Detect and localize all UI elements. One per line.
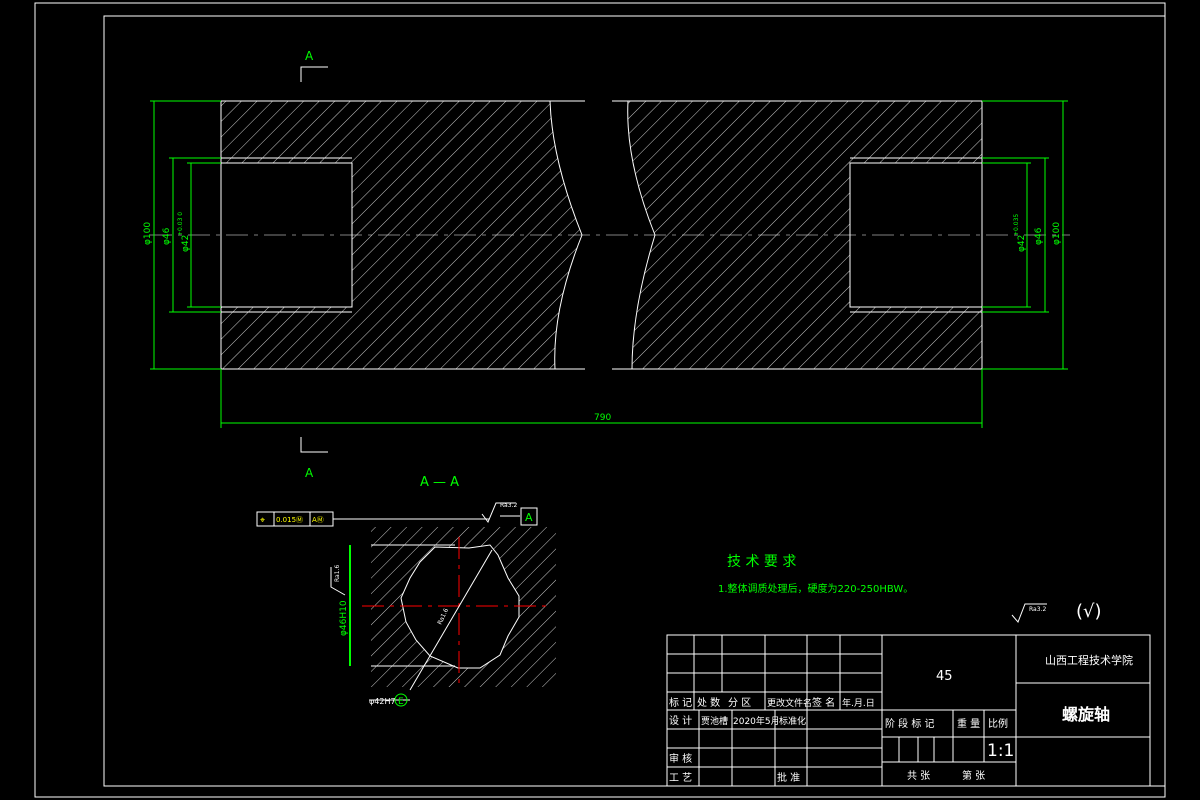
- dim-spline-major: φ46H10: [339, 600, 349, 636]
- tech-requirement-1: 1.整体调质处理后，硬度为220-250HBW。: [718, 582, 913, 595]
- title-block: 标 记 处 数 分 区 更改文件名 签 名 年.月.日 设 计 贾池槽 2020…: [666, 634, 1151, 787]
- review-label: 审 核: [669, 752, 692, 765]
- datum-label: A: [525, 511, 533, 524]
- stage-mark-label: 阶 段 标 记: [885, 717, 935, 730]
- dim-right-d42-tol: +0.035: [1013, 214, 1020, 236]
- part-name: 螺旋轴: [1062, 705, 1110, 724]
- dim-length: 790: [594, 413, 611, 423]
- dim-left-d100: φ100: [143, 222, 153, 245]
- position-icon: ⌖: [260, 516, 265, 526]
- dim-right-d100: φ100: [1052, 222, 1062, 245]
- material: 45: [936, 669, 953, 684]
- section-arrow-bottom: [300, 437, 328, 453]
- tolerance-value: 0.015Ⓜ: [276, 516, 303, 524]
- header-count: 处 数: [697, 696, 720, 709]
- weight-label: 重 量: [957, 717, 980, 730]
- dim-left-d42-tol: +0.03 0: [177, 212, 184, 236]
- dim-left-d42: φ42: [181, 235, 191, 252]
- envelope-symbol: E: [398, 697, 404, 707]
- section-label-bottom: A: [305, 466, 314, 480]
- section-view-a-a: φ46H10 φ42H7 E Ra1.6 Ra1.6 Ra3.2 A: [330, 502, 556, 707]
- dim-right-d46: φ46: [1034, 227, 1044, 245]
- header-mark: 标 记: [669, 697, 692, 709]
- header-date: 年.月.日: [842, 697, 875, 709]
- position-tolerance-frame: ⌖ 0.015Ⓜ AⓂ: [256, 511, 334, 527]
- approve-label: 批 准: [777, 771, 800, 784]
- total-sheets: 共 张: [907, 770, 930, 782]
- tolerance-datum: AⓂ: [312, 516, 324, 524]
- process-label: 工 艺: [669, 772, 692, 784]
- cad-drawing: A A φ100 φ46 φ42 +0.03 0 φ42 +0.035 φ46 …: [34, 2, 1166, 798]
- design-date: 2020年5月: [733, 715, 780, 727]
- roughness-general-label: Ra3.2: [1029, 606, 1046, 613]
- dim-left-d46: φ46: [162, 227, 172, 245]
- standardize-label: 标准化: [779, 715, 806, 727]
- designer-name: 贾池槽: [701, 715, 728, 727]
- header-change-doc: 更改文件名: [767, 697, 812, 709]
- section-arrow-top: [300, 66, 328, 82]
- school-name: 山西工程技术学院: [1045, 653, 1133, 667]
- sheet-number: 第 张: [962, 769, 985, 782]
- header-signature: 签 名: [812, 696, 835, 709]
- outer-border: [34, 2, 1166, 798]
- design-label: 设 计: [669, 714, 692, 727]
- roughness-side: Ra1.6: [334, 565, 341, 582]
- roughness-top: Ra3.2: [500, 502, 517, 509]
- header-zone: 分 区: [728, 697, 751, 709]
- dim-right-d42: φ42: [1017, 235, 1027, 252]
- dim-spline-minor: φ42H7: [369, 697, 396, 706]
- shaft-main-view: [150, 100, 1070, 370]
- section-title: A — A: [420, 475, 459, 490]
- roughness-other: (√): [1076, 601, 1102, 622]
- tech-requirements-title: 技 术 要 求: [727, 554, 796, 570]
- scale-value: 1:1: [987, 741, 1014, 761]
- scale-label: 比例: [988, 717, 1008, 730]
- section-label-top: A: [305, 49, 314, 63]
